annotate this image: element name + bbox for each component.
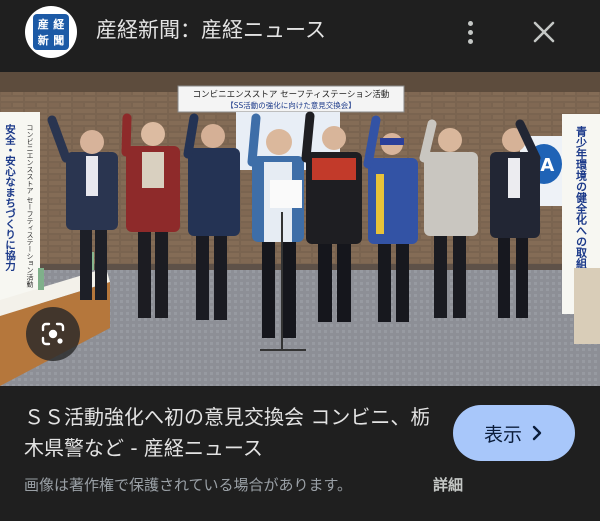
image-caption[interactable]: ＳＳ活動強化へ初の意見交換会 コンビニ、栃木県警など - 産経ニュース [24, 402, 432, 464]
google-lens-button[interactable] [26, 307, 80, 361]
source-logo[interactable]: 産 経 新 聞 [25, 6, 77, 58]
google-lens-icon [41, 322, 65, 346]
logo-char: 新 [37, 34, 49, 47]
image-viewer-header: 産 経 新 聞 産経新聞：産経ニュース [0, 0, 600, 64]
banner-line-1: コンビニエンスストア セーフティステーション活動 [193, 89, 390, 100]
copyright-notice: 画像は著作権で保護されている場合があります。 [24, 476, 353, 494]
banner-line-2: 【SS活動の強化に向けた意見交換会】 [226, 100, 356, 110]
news-photo[interactable]: コンビニエンスストア セーフティステーション活動 【SS活動の強化に向けた意見交… [0, 72, 600, 386]
logo-char: 聞 [53, 34, 65, 47]
left-banner-small-text: コンビニエンスストア セーフティステーション活動 [26, 124, 34, 288]
close-button[interactable] [524, 12, 564, 52]
photo-scene: コンビニエンスストア セーフティステーション活動 【SS活動の強化に向けた意見交… [0, 72, 600, 386]
source-title[interactable]: 産経新聞：産経ニュース [96, 16, 326, 44]
left-banner-text: 安全・安心なまちづくりに協力 [4, 123, 16, 272]
view-button[interactable]: 表示 [453, 405, 575, 461]
details-link[interactable]: 詳細 [433, 474, 463, 496]
sankei-logo-icon: 産 経 新 聞 [33, 14, 69, 50]
logo-char: 産 [37, 18, 49, 31]
more-vert-icon [467, 20, 473, 44]
view-button-label: 表示 [483, 423, 522, 446]
logo-char: 経 [53, 18, 65, 31]
right-banner-text: 青少年環境の健全化への取組み [575, 125, 589, 281]
chevron-right-icon [532, 425, 542, 441]
more-options-button[interactable] [456, 14, 484, 50]
close-icon [533, 21, 555, 43]
